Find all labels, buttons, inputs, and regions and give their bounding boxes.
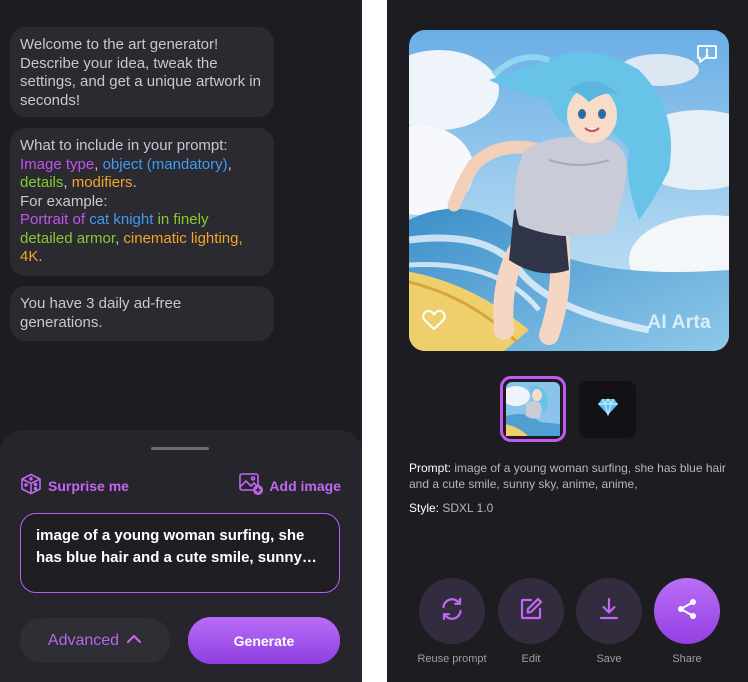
reuse-prompt-circle[interactable] [419,578,485,644]
example-4k: 4K [20,248,39,265]
welcome-message: Welcome to the art generator! Describe y… [10,27,274,117]
share-icon [674,596,700,627]
tip-separator: , [227,155,232,173]
heart-icon[interactable] [421,308,447,337]
add-image-button[interactable]: Add image [238,472,341,499]
prompt-tips-message: What to include in your prompt: Image ty… [10,128,274,276]
premium-thumbnail[interactable] [579,381,636,438]
sheet-drag-handle[interactable] [151,447,209,450]
edit-circle[interactable] [498,578,564,644]
tip-separator: , [94,155,103,173]
download-icon [596,596,622,627]
artwork-illustration [409,30,729,351]
prompt-info: Prompt: image of a young woman surfing, … [409,461,739,492]
generate-button[interactable]: Generate [188,617,340,664]
prompt-info-label: Prompt: [409,461,452,475]
save-circle[interactable] [576,578,642,644]
generator-panel: Welcome to the art generator! Describe y… [0,0,362,682]
share-circle[interactable] [654,578,720,644]
tip-details: details [20,174,64,191]
thumbnail-preview [503,382,560,436]
prompt-sheet: Surprise me Add image image of a young w… [0,430,361,682]
share-button[interactable]: Share [654,578,720,665]
tip-image-type: Image type [20,155,95,173]
tip-separator: . [132,174,137,191]
add-image-label: Add image [269,477,341,494]
advanced-settings-button[interactable]: Advanced [20,618,170,663]
save-button[interactable]: Save [576,578,642,665]
refresh-icon [438,595,466,628]
result-panel: AI Arta Prompt: image of a young woman s… [387,0,748,682]
prompt-input-text: image of a young woman surfing, she has … [36,527,305,566]
result-thumbnail-selected[interactable] [500,376,566,442]
example-separator: , [238,229,243,247]
prompt-input[interactable]: image of a young woman surfing, she has … [20,513,340,593]
edit-icon [518,596,544,627]
reuse-prompt-button[interactable]: Reuse prompt [417,578,487,665]
generated-artwork[interactable]: AI Arta [409,30,729,351]
daily-limit-message: You have 3 daily ad-free generations. [10,286,274,341]
tips-intro: What to include in your prompt: [20,137,228,154]
example-label: For example: [20,192,108,210]
style-info: Style: SDXL 1.0 [409,501,493,515]
example-portrait: Portrait of [20,211,86,228]
add-image-icon [238,472,269,499]
prompt-info-text: image of a young woman surfing, she has … [409,461,726,491]
edit-button[interactable]: Edit [498,578,564,665]
example-cat-knight: cat knight [89,211,154,228]
watermark: AI Arta [647,312,711,333]
example-lighting: cinematic lighting [123,229,239,247]
tip-object: object (mandatory) [102,155,228,173]
diamond-icon [597,398,619,421]
style-info-value: SDXL 1.0 [442,501,494,515]
advanced-label: Advanced [47,631,120,649]
tip-modifiers: modifiers [71,174,133,191]
surprise-me-label: Surprise me [48,477,129,494]
tip-separator: , [63,174,72,191]
style-info-label: Style: [409,501,440,515]
dice-icon [19,472,48,499]
surprise-me-button[interactable]: Surprise me [19,472,129,499]
chevron-up-icon [119,632,142,650]
example-end: . [38,248,43,265]
share-label: Share [672,653,702,665]
report-icon[interactable] [695,42,719,71]
